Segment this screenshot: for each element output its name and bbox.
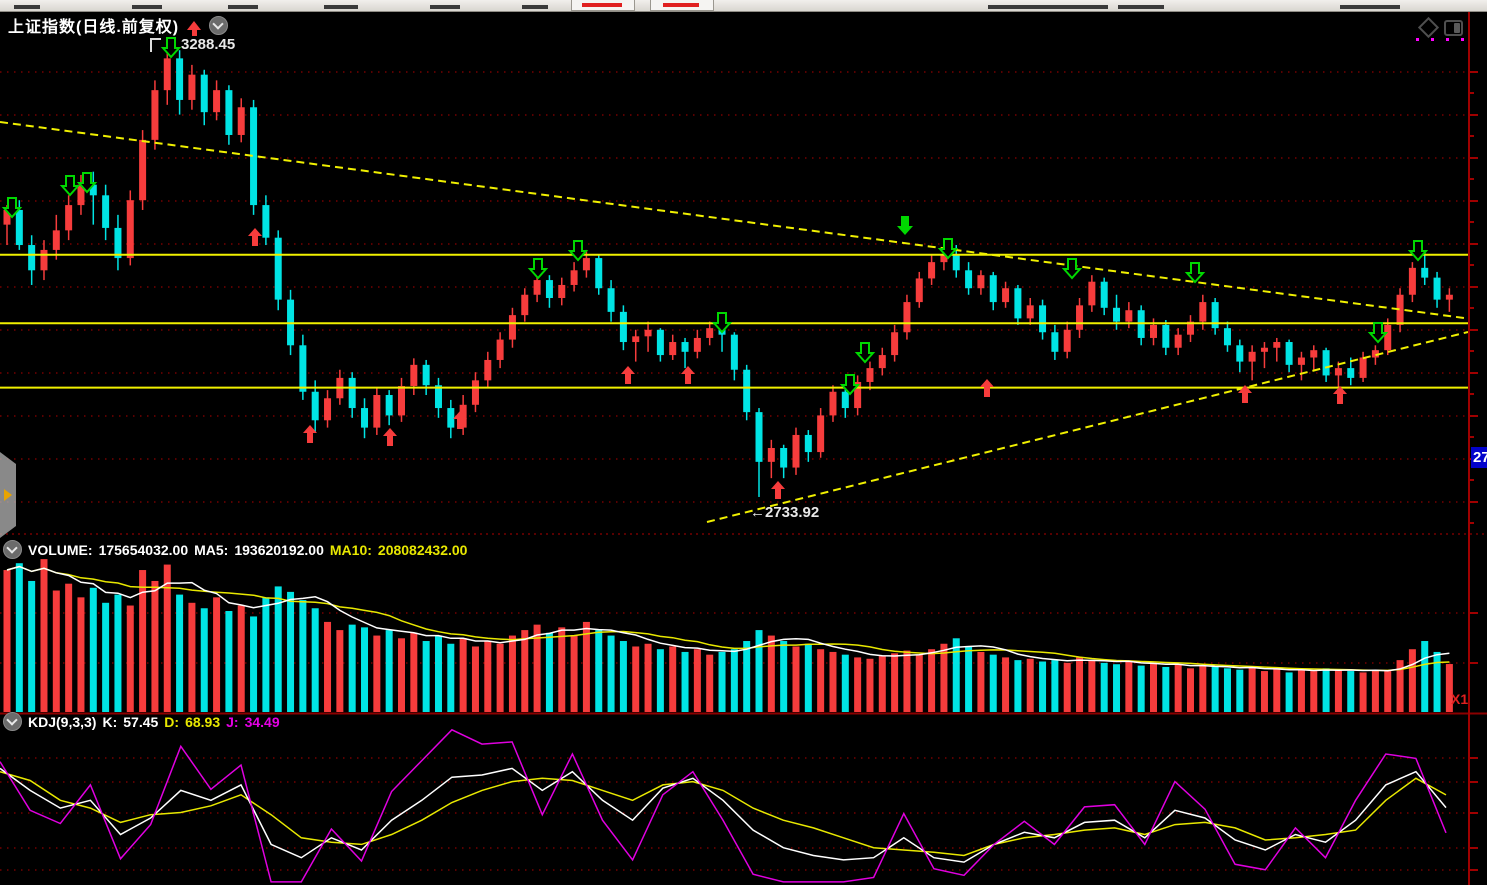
toolbar-button-label-fragment — [663, 3, 699, 7]
volume-value: 175654032.00 — [99, 542, 189, 558]
toolbar-fragment — [430, 5, 460, 9]
d-value: 68.93 — [185, 714, 220, 730]
toolbar-fragment — [522, 5, 548, 9]
volume-label: VOLUME: — [28, 542, 93, 558]
magenta-dot — [1446, 38, 1449, 41]
up-arrow-icon — [187, 21, 201, 30]
volume-bars-layer — [4, 559, 1453, 712]
panel-layout-icon[interactable] — [1444, 20, 1463, 36]
main-gridlines — [0, 72, 1487, 534]
app-toolbar — [0, 0, 1487, 12]
collapse-volume-icon[interactable] — [3, 540, 22, 559]
left-panel-handle[interactable] — [0, 452, 16, 538]
volume-gridlines — [0, 613, 1478, 663]
j-value: 34.49 — [245, 714, 280, 730]
collapse-kdj-icon[interactable] — [3, 712, 22, 731]
toolbar-button-label-fragment — [582, 3, 622, 7]
kdj-lines-layer — [0, 730, 1446, 882]
toolbar-fragment — [228, 5, 258, 9]
kdj-pane-header: KDJ(9,3,3) K: 57.45 D: 68.93 J: 34.49 — [3, 712, 280, 731]
ma10-label: MA10: — [330, 542, 372, 558]
low-price-annotation: ←2733.92 — [750, 504, 819, 521]
ma5-label: MA5: — [194, 542, 228, 558]
high-price-annotation: 3288.45 — [181, 36, 235, 53]
candlesticks-layer — [4, 45, 1453, 497]
trading-app-window: { "main": { "title": "上证指数(日线.前复权)", "hi… — [0, 0, 1487, 885]
left-arrow-glyph: ← — [750, 504, 765, 521]
toolbar-fragment — [1340, 5, 1400, 9]
d-label: D: — [164, 714, 179, 730]
chart-canvas[interactable] — [0, 0, 1487, 885]
toolbar-fragment — [324, 5, 358, 9]
toolbar-button[interactable] — [571, 0, 635, 11]
high-pointer-mark — [150, 38, 161, 52]
toolbar-fragment — [1118, 5, 1164, 9]
collapse-main-icon[interactable] — [209, 16, 228, 35]
toolbar-fragment — [132, 5, 162, 9]
ma10-value: 208082432.00 — [378, 542, 468, 558]
axis-price-badge: 27 — [1471, 447, 1487, 468]
k-value: 57.45 — [123, 714, 158, 730]
axis-x1-label: X1 — [1451, 691, 1468, 707]
kdj-label: KDJ(9,3,3) — [28, 714, 96, 730]
drawn-lines-layer — [0, 122, 1469, 522]
kdj-gridlines — [0, 758, 1478, 870]
ma5-value: 193620192.00 — [234, 542, 324, 558]
expand-right-icon — [4, 489, 12, 501]
volume-pane-header: VOLUME: 175654032.00 MA5: 193620192.00 M… — [3, 540, 467, 559]
magenta-dot — [1416, 38, 1419, 41]
magenta-dot — [1461, 38, 1464, 41]
k-label: K: — [102, 714, 117, 730]
j-label: J: — [226, 714, 238, 730]
toolbar-fragment — [988, 5, 1108, 9]
toolbar-button[interactable] — [650, 0, 714, 11]
magenta-dot — [1431, 38, 1434, 41]
symbol-title: 上证指数(日线.前复权) — [8, 13, 179, 37]
main-chart-title-row: 上证指数(日线.前复权) — [8, 13, 228, 37]
toolbar-fragment — [14, 5, 40, 9]
